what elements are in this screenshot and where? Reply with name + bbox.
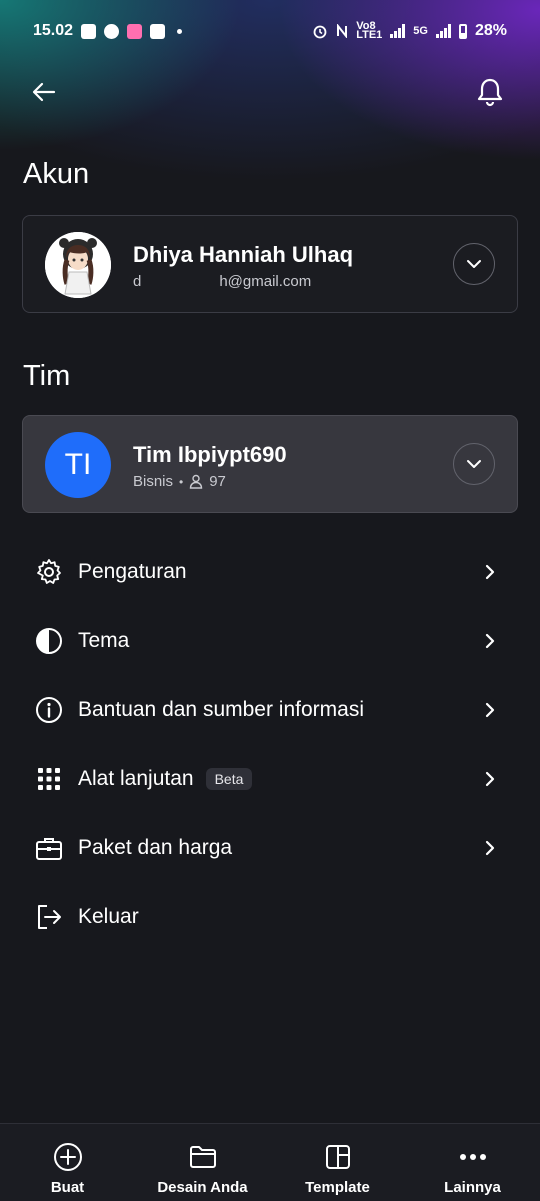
status-right: Vo8 LTE1 5G 28% xyxy=(312,20,507,41)
bottom-navigation: Buat Desain Anda Template Lainnya xyxy=(0,1123,540,1201)
chevron-down-icon xyxy=(467,260,481,268)
menu-item-label: Bantuan dan sumber informasi xyxy=(78,697,364,721)
nfc-icon xyxy=(337,24,348,38)
volte-label: Vo8 LTE1 xyxy=(356,20,383,41)
team-meta: Bisnis • 97 xyxy=(133,473,226,490)
bell-icon xyxy=(477,78,503,107)
beta-badge: Beta xyxy=(205,767,253,790)
email-redaction xyxy=(141,277,219,287)
link-notification-icon xyxy=(150,23,166,39)
contrast-icon xyxy=(35,627,63,655)
team-avatar: TI xyxy=(45,432,111,498)
template-icon xyxy=(325,1142,351,1172)
alarm-icon xyxy=(313,25,327,39)
notifications-button[interactable] xyxy=(472,74,508,110)
menu-item-theme[interactable]: Tema xyxy=(0,606,540,675)
status-left: 15.02 xyxy=(33,22,183,40)
account-email-suffix: h@gmail.com xyxy=(219,273,312,290)
status-bar: 15.02 Vo8 LTE1 5G 28% xyxy=(0,0,540,62)
chat-notification-icon xyxy=(104,23,120,39)
chevron-right-icon xyxy=(480,769,500,789)
menu-item-settings[interactable]: Pengaturan xyxy=(0,537,540,606)
arrow-left-icon xyxy=(32,82,56,102)
nav-template[interactable]: Template xyxy=(270,1124,405,1201)
menu-item-label: Pengaturan xyxy=(78,559,187,583)
battery-icon xyxy=(458,23,467,39)
menu-item-label-group: Alat lanjutan Beta xyxy=(78,766,253,791)
team-name: Tim Ibpiypt690 xyxy=(133,442,287,467)
nav-label: Buat xyxy=(50,1179,85,1196)
menu-item-advanced-tools[interactable]: Alat lanjutan Beta xyxy=(0,744,540,813)
nav-label: Lainnya xyxy=(444,1179,501,1196)
plus-circle-icon xyxy=(53,1142,83,1172)
person-icon xyxy=(190,474,203,489)
network-5g-label: 5G xyxy=(413,25,428,37)
gear-icon xyxy=(35,558,63,586)
grid-icon xyxy=(35,765,63,793)
nav-label: Desain Anda xyxy=(157,1179,248,1196)
account-card[interactable]: Dhiya Hanniah Ulhaq d h@gmail.com xyxy=(22,215,518,313)
team-plan: Bisnis xyxy=(133,473,174,490)
logout-icon xyxy=(35,903,63,931)
signal-icon-2 xyxy=(435,24,451,38)
avatar xyxy=(45,232,111,298)
menu-item-plans-pricing[interactable]: Paket dan harga xyxy=(0,813,540,882)
more-icon xyxy=(459,1142,487,1172)
nav-create[interactable]: Buat xyxy=(0,1124,135,1201)
account-email-prefix: d xyxy=(133,273,142,290)
chevron-right-icon xyxy=(480,631,500,651)
back-button[interactable] xyxy=(26,74,62,110)
info-icon xyxy=(35,696,63,724)
settings-menu: Pengaturan Tema Bantuan dan sumber infor… xyxy=(0,537,540,951)
menu-item-label: Paket dan harga xyxy=(78,835,233,859)
team-card[interactable]: TI Tim Ibpiypt690 Bisnis • 97 xyxy=(22,415,518,513)
chevron-right-icon xyxy=(480,700,500,720)
signal-icon-1 xyxy=(390,24,406,38)
nav-label: Template xyxy=(305,1179,370,1196)
avatar-image xyxy=(45,232,111,298)
status-time: 15.02 xyxy=(33,22,74,39)
account-email: d h@gmail.com xyxy=(133,273,311,290)
menu-item-label: Tema xyxy=(78,628,130,652)
meta-separator: • xyxy=(179,474,184,489)
app-notification-icon xyxy=(127,23,143,39)
top-bar xyxy=(0,62,540,122)
briefcase-icon xyxy=(35,834,63,862)
chevron-right-icon xyxy=(480,838,500,858)
team-member-count: 97 xyxy=(209,473,226,490)
chevron-down-icon xyxy=(467,460,481,468)
account-expand-button[interactable] xyxy=(453,243,495,285)
chevron-right-icon xyxy=(480,562,500,582)
battery-level: 28% xyxy=(474,22,507,39)
mail-notification-icon xyxy=(81,23,97,39)
nav-your-designs[interactable]: Desain Anda xyxy=(135,1124,270,1201)
team-section-title: Tim xyxy=(23,360,71,392)
more-notifications-icon xyxy=(177,28,183,34)
menu-item-logout[interactable]: Keluar xyxy=(0,882,540,951)
account-name: Dhiya Hanniah Ulhaq xyxy=(133,242,354,267)
account-section-title: Akun xyxy=(23,158,90,190)
menu-item-label: Alat lanjutan xyxy=(78,766,194,790)
folder-icon xyxy=(189,1142,217,1172)
menu-item-label: Keluar xyxy=(78,904,139,928)
team-expand-button[interactable] xyxy=(453,443,495,485)
menu-item-help[interactable]: Bantuan dan sumber informasi xyxy=(0,675,540,744)
nav-more[interactable]: Lainnya xyxy=(405,1124,540,1201)
